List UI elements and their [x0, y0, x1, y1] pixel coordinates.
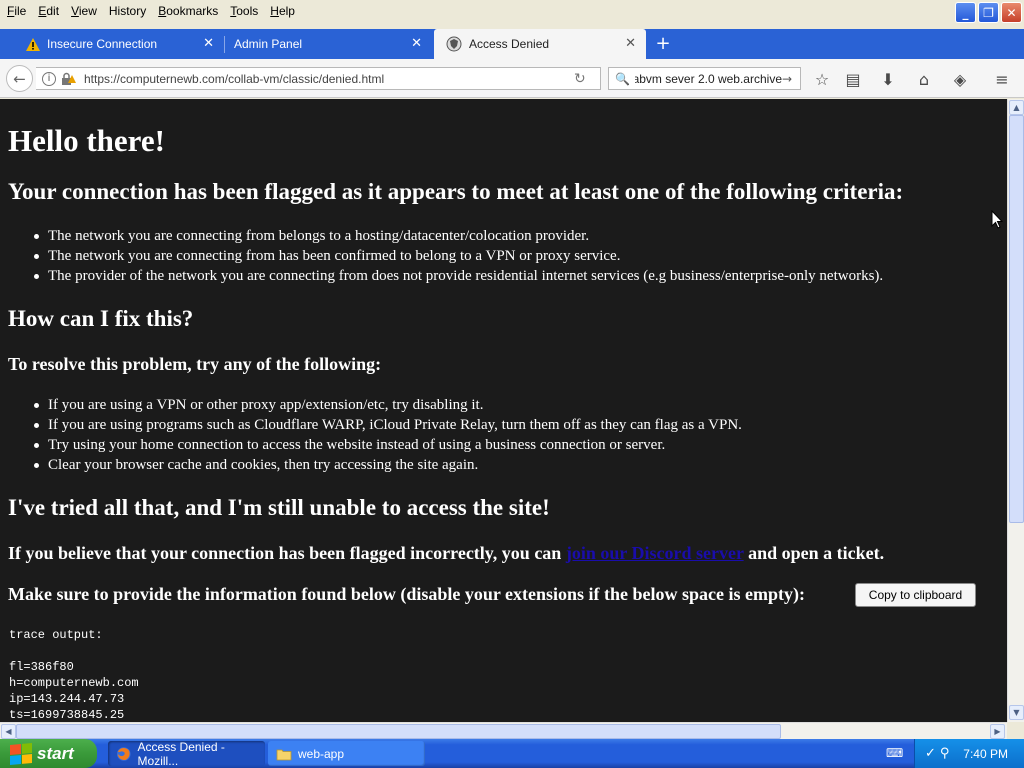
system-tray: ✓ ⚲ 7:40 PM — [914, 739, 1024, 768]
tab-admin-panel[interactable]: Admin Panel ✕ — [222, 29, 432, 59]
trace-line: ip=143.244.47.73 — [9, 692, 125, 706]
list-item: Clear your browser cache and cookies, th… — [34, 455, 742, 475]
menu-tools[interactable]: Tools — [223, 4, 263, 18]
url-bar[interactable]: i https://computernewb.com/collab-vm/cla… — [36, 67, 601, 90]
scroll-up-icon[interactable]: ▲ — [1009, 100, 1024, 115]
tab-strip: Insecure Connection ✕ Admin Panel ✕ Acce… — [0, 29, 1024, 59]
menu-edit[interactable]: Edit — [31, 4, 64, 18]
download-icon[interactable]: ⬇ — [878, 69, 898, 89]
mouse-cursor-icon — [991, 210, 1003, 229]
insecure-lock-icon — [62, 72, 76, 85]
search-icon: 🔍 — [615, 71, 630, 86]
navigation-bar: ← i https://computernewb.com/collab-vm/c… — [0, 59, 1024, 98]
warning-icon — [26, 37, 40, 51]
menu-bookmarks[interactable]: Bookmarks — [151, 4, 223, 18]
home-icon[interactable]: ⌂ — [914, 69, 934, 89]
trace-line: ts=1699738845.25 — [9, 708, 125, 722]
tried-heading: I've tried all that, and I'm still unabl… — [8, 495, 550, 520]
list-item: If you are using a VPN or other proxy ap… — [34, 395, 742, 415]
search-go-icon[interactable]: → — [782, 72, 796, 86]
list-item: Try using your home connection to access… — [34, 435, 742, 455]
clock[interactable]: 7:40 PM — [963, 747, 1008, 761]
list-item: If you are using programs such as Cloudf… — [34, 417, 742, 433]
restore-button[interactable]: ❐ — [978, 2, 999, 23]
copy-to-clipboard-button[interactable]: Copy to clipboard — [855, 583, 976, 607]
discord-link[interactable]: join our Discord server — [566, 543, 744, 563]
search-bar[interactable]: 🔍 collabvm sever 2.0 web.archive → — [608, 67, 801, 90]
trace-output-header: trace output: — [9, 628, 103, 642]
taskbar-item-web-app[interactable]: web-app — [268, 741, 425, 766]
network-icon[interactable]: ✓ — [925, 746, 936, 761]
reading-list-icon[interactable]: ▤ — [843, 69, 863, 89]
provide-info-text: Make sure to provide the information fou… — [8, 584, 806, 604]
shield-icon — [446, 36, 462, 52]
keyboard-icon[interactable]: ⌨ — [886, 746, 903, 760]
tab-access-denied[interactable]: Access Denied ✕ — [434, 29, 646, 59]
taskbar: start Access Denied - Mozill... web-app … — [0, 739, 1024, 768]
new-tab-button[interactable]: + — [652, 32, 674, 54]
resolve-heading: To resolve this problem, try any of the … — [8, 354, 382, 374]
menu-bar: File Edit View History Bookmarks Tools H… — [0, 0, 1024, 23]
folder-icon — [276, 749, 292, 760]
scroll-left-icon[interactable]: ◀ — [1, 724, 16, 739]
back-button[interactable]: ← — [6, 65, 33, 92]
menu-file[interactable]: File — [0, 4, 31, 18]
page-title: Hello there! — [8, 123, 165, 158]
bookmark-star-icon[interactable]: ☆ — [812, 69, 832, 89]
criteria-heading: Your connection has been flagged as it a… — [8, 179, 904, 204]
reload-icon[interactable]: ↻ — [574, 71, 594, 87]
hamburger-menu-icon[interactable]: ≡ — [992, 69, 1012, 89]
tab-close-icon[interactable]: ✕ — [411, 36, 422, 51]
incorrect-flag-text: If you believe that your connection has … — [8, 543, 885, 563]
scroll-right-icon[interactable]: ▶ — [990, 724, 1005, 739]
taskbar-item-firefox[interactable]: Access Denied - Mozill... — [108, 740, 265, 768]
tab-close-icon[interactable]: ✕ — [625, 36, 636, 51]
firefox-icon — [116, 746, 131, 761]
minimize-button[interactable]: _ — [955, 2, 976, 23]
tab-insecure-connection[interactable]: Insecure Connection ✕ — [14, 29, 224, 59]
search-tray-icon[interactable]: ⚲ — [940, 746, 950, 761]
pocket-icon[interactable]: ◈ — [950, 69, 970, 89]
window-controls: _ ❐ ✕ — [955, 2, 1022, 23]
menu-view[interactable]: View — [64, 4, 102, 18]
vertical-scrollbar[interactable]: ▲ ▼ — [1007, 99, 1024, 722]
criteria-list: The network you are connecting from belo… — [33, 226, 884, 286]
list-item: The network you are connecting from has … — [33, 246, 883, 266]
page-content: Hello there! Your connection has been fl… — [0, 99, 1007, 722]
start-button[interactable]: start — [0, 739, 97, 768]
horizontal-scroll-thumb[interactable] — [16, 724, 781, 739]
info-icon[interactable]: i — [42, 71, 56, 86]
menu-help[interactable]: Help — [263, 4, 300, 18]
scroll-down-icon[interactable]: ▼ — [1009, 705, 1024, 720]
vertical-scroll-thumb[interactable] — [1009, 115, 1024, 523]
search-input[interactable]: collabvm sever 2.0 web.archive — [635, 72, 782, 86]
trace-line: fl=386f80 — [9, 660, 74, 674]
trace-line: h=computernewb.com — [9, 676, 139, 690]
scrollbar-corner — [1007, 722, 1024, 739]
list-item: The network you are connecting from belo… — [33, 226, 883, 246]
fix-heading: How can I fix this? — [8, 306, 194, 331]
fixes-list: If you are using a VPN or other proxy ap… — [34, 395, 742, 475]
menu-history[interactable]: History — [102, 4, 151, 18]
list-item: The provider of the network you are conn… — [33, 268, 884, 284]
close-window-button[interactable]: ✕ — [1001, 2, 1022, 23]
horizontal-scrollbar[interactable]: ◀ ▶ — [0, 722, 1007, 739]
tab-close-icon[interactable]: ✕ — [203, 36, 214, 51]
windows-logo-icon — [10, 742, 32, 765]
